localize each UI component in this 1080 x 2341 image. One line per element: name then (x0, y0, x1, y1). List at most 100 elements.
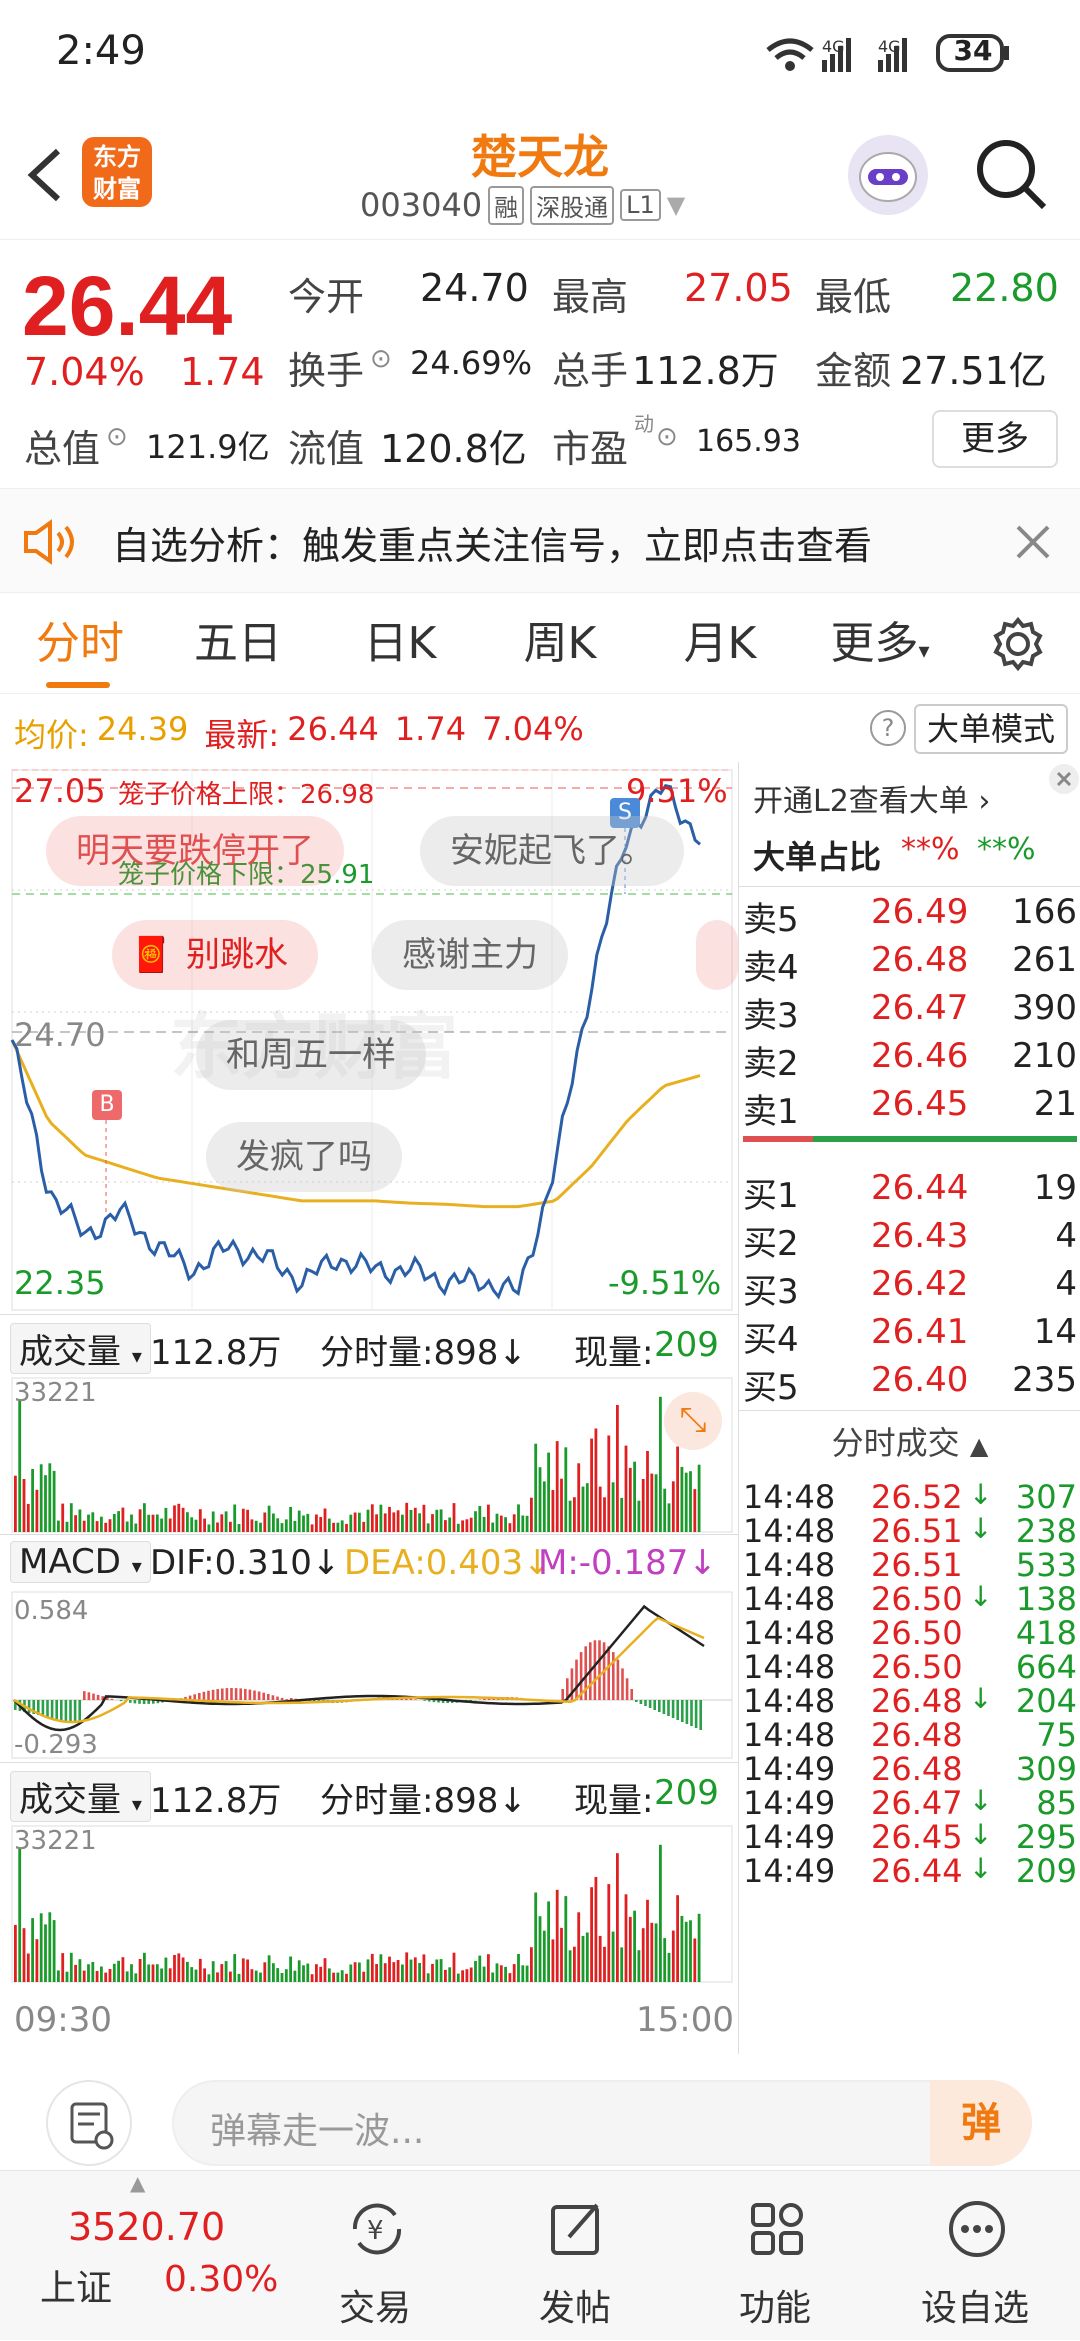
volume-bar (160, 1969, 163, 1983)
chevron-down-icon[interactable]: ▼ (667, 191, 685, 219)
close-icon[interactable] (1016, 525, 1050, 559)
trade-row: 14:4826.50↓138 (739, 1576, 1080, 1610)
volume-bar (169, 1519, 172, 1533)
volume-selector-label: 成交量 (19, 1780, 121, 1820)
index-pct[interactable]: 0.30% (164, 2259, 278, 2300)
l2-link[interactable]: 开通L2查看大单 › (753, 776, 990, 820)
open-label: 今开 (288, 266, 364, 321)
tab-monthly-k[interactable]: 月K (660, 594, 780, 694)
danmaku-input[interactable]: 弹幕走一波... (172, 2080, 1032, 2166)
volume-bar (44, 1924, 47, 1982)
nav-post[interactable]: 发帖 (475, 2171, 675, 2341)
danmaku-item[interactable]: 安妮起飞了。 (420, 816, 684, 886)
volume-bar (440, 1509, 443, 1532)
nav-add-watchlist[interactable]: 设自选 (875, 2171, 1075, 2341)
expand-icon[interactable]: ⤡ (664, 1392, 722, 1450)
volume-bar (435, 1510, 438, 1532)
tab-intraday[interactable]: 分时 (20, 594, 140, 694)
bid-row[interactable]: 买326.424 (739, 1260, 1080, 1308)
volume-bar (543, 1931, 546, 1982)
info-dots-icon[interactable]: ⊙ (106, 422, 128, 452)
ask-row[interactable]: 卖426.48261 (739, 936, 1080, 984)
chart-tabs: 分时 五日 日K 周K 月K 更多▾ (0, 594, 1080, 694)
volume-bar (530, 1947, 533, 1982)
macd-bar (667, 1700, 670, 1716)
tab-five-day[interactable]: 五日 (178, 594, 298, 694)
volume-bar (311, 1974, 314, 1982)
index-value[interactable]: 3520.70 (68, 2205, 225, 2249)
volume-bar (672, 1481, 675, 1532)
info-dots-icon[interactable]: ⊙ (370, 344, 392, 374)
danmaku-settings-button[interactable] (46, 2080, 132, 2166)
volume-bar (130, 1964, 133, 1982)
volume-bar (319, 1967, 322, 1982)
volume-bar (337, 1523, 340, 1532)
ask-row[interactable]: 卖326.47390 (739, 984, 1080, 1032)
low-value: 22.80 (950, 266, 1059, 310)
nav-functions[interactable]: 功能 (675, 2171, 875, 2341)
volume-bar (461, 1520, 464, 1532)
danmaku-item[interactable]: 和周五一样 (196, 1020, 426, 1090)
gear-icon[interactable] (990, 616, 1046, 672)
volume-bar (453, 1503, 456, 1532)
trades-header[interactable]: 分时成交 ▲ (739, 1418, 1080, 1464)
robot-assistant-icon[interactable] (848, 135, 928, 215)
trade-row: 14:4826.4875 (739, 1712, 1080, 1746)
trade-price: 26.44 (871, 1852, 963, 1890)
volume-bar (603, 1497, 606, 1532)
volume-bar (431, 1514, 434, 1532)
macd-bar (74, 1700, 77, 1723)
intraday-chart-area[interactable]: 东方财富 27.05 9.51% 22.35 -9.51% 24.70 笼子价格… (0, 762, 738, 2054)
nav-trade[interactable]: ¥ 交易 (275, 2171, 475, 2341)
tab-more[interactable]: 更多▾ (820, 594, 940, 694)
volume-bar (242, 1958, 245, 1982)
volume-selector-2[interactable]: 成交量 ▾ (10, 1771, 151, 1822)
volume-bar (122, 1957, 125, 1982)
danmaku-toggle-button[interactable]: 弹 (930, 2080, 1032, 2166)
bid-row[interactable]: 买226.434 (739, 1212, 1080, 1260)
danmaku-item[interactable]: 发疯了吗 (206, 1122, 402, 1192)
tab-weekly-k[interactable]: 周K (500, 594, 620, 694)
volume-bar (96, 1521, 99, 1532)
ask-vol: 21 (1034, 1084, 1077, 1124)
volume-bar (625, 1894, 628, 1982)
danmaku-item-partial[interactable] (696, 920, 738, 990)
volume-bar (478, 1956, 481, 1982)
info-dots-icon[interactable]: ⊙ (656, 422, 678, 452)
volume-selector[interactable]: 成交量 ▾ (10, 1323, 151, 1374)
turnover-value: 24.69% (410, 344, 532, 382)
macd-top: 0.584 (14, 1596, 88, 1626)
macd-bar (65, 1700, 68, 1721)
search-icon[interactable] (972, 135, 1052, 215)
macd-bar (433, 1700, 436, 1702)
ask-row[interactable]: 卖126.4521 (739, 1080, 1080, 1128)
signal-icon-2: 4G (878, 37, 907, 72)
volume-bar (44, 1475, 47, 1532)
tab-daily-k[interactable]: 日K (340, 594, 460, 694)
ask-row[interactable]: 卖226.46210 (739, 1032, 1080, 1080)
signal-banner[interactable]: 自选分析：触发重点关注信号，立即点击查看 (0, 488, 1080, 593)
volume-bar (418, 1513, 421, 1532)
volume-bar (500, 1965, 503, 1982)
more-button[interactable]: 更多 (932, 410, 1058, 468)
volume-bar (427, 1523, 430, 1532)
bid-row[interactable]: 买526.40235 (739, 1356, 1080, 1404)
bid-row[interactable]: 买126.4419 (739, 1164, 1080, 1212)
danmaku-item[interactable]: 感谢主力 (372, 920, 568, 990)
close-icon[interactable] (1049, 764, 1079, 794)
help-icon[interactable]: ? (870, 710, 906, 746)
bid-price: 26.41 (871, 1312, 968, 1352)
big-order-mode-button[interactable]: 大单模式 (914, 704, 1068, 754)
buy-marker[interactable]: B (92, 1090, 122, 1120)
index-name[interactable]: 上证 (40, 2259, 112, 2311)
change-value: 1.74 (180, 350, 265, 394)
danmaku-item[interactable]: 🧧 别跳水 (112, 920, 318, 990)
back-icon[interactable] (20, 145, 70, 205)
danmaku-item[interactable]: 明天要跌停开了 (46, 816, 344, 886)
volume-bar (401, 1965, 404, 1983)
volume-bar (242, 1509, 245, 1532)
ask-row[interactable]: 卖526.49166 (739, 888, 1080, 936)
bid-row[interactable]: 买426.4114 (739, 1308, 1080, 1356)
macd-selector[interactable]: MACD ▾ (10, 1541, 151, 1583)
bid-vol: 235 (1012, 1360, 1077, 1400)
